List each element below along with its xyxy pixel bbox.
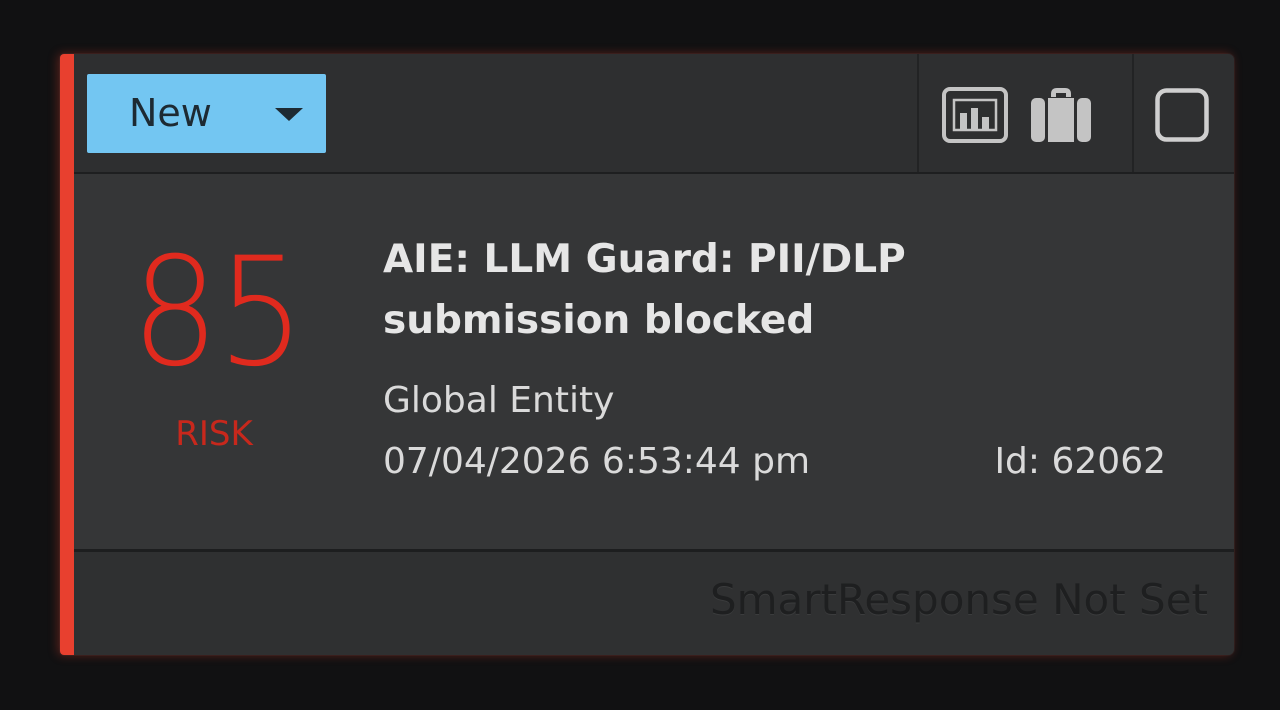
status-dropdown[interactable]: New (87, 74, 326, 153)
briefcase-icon[interactable] (1029, 86, 1093, 148)
alarm-title[interactable]: AIE: LLM Guard: PII/DLP submission block… (383, 229, 1003, 351)
risk-label: RISK (175, 414, 253, 454)
entity-name: Global Entity (383, 380, 615, 421)
header-divider (1132, 54, 1134, 172)
alarm-card-header: New (74, 54, 1234, 174)
status-label: New (129, 91, 212, 135)
alarm-card[interactable]: New 85 RISK AIE: LLM Guard: PII/DLP subm… (60, 54, 1234, 655)
alarm-id: Id: 62062 (994, 441, 1166, 482)
checkbox-icon[interactable] (1155, 88, 1209, 146)
header-divider (917, 54, 919, 172)
bar-chart-icon[interactable] (942, 87, 1008, 147)
alarm-card-body: 85 RISK AIE: LLM Guard: PII/DLP submissi… (74, 174, 1234, 552)
chevron-down-icon (275, 108, 303, 121)
smart-response-status: SmartResponse Not Set (709, 575, 1208, 624)
alarm-card-footer: SmartResponse Not Set (74, 552, 1234, 655)
alarm-timestamp: 07/04/2026 6:53:44 pm (383, 441, 811, 482)
risk-score: 85 (131, 226, 305, 400)
